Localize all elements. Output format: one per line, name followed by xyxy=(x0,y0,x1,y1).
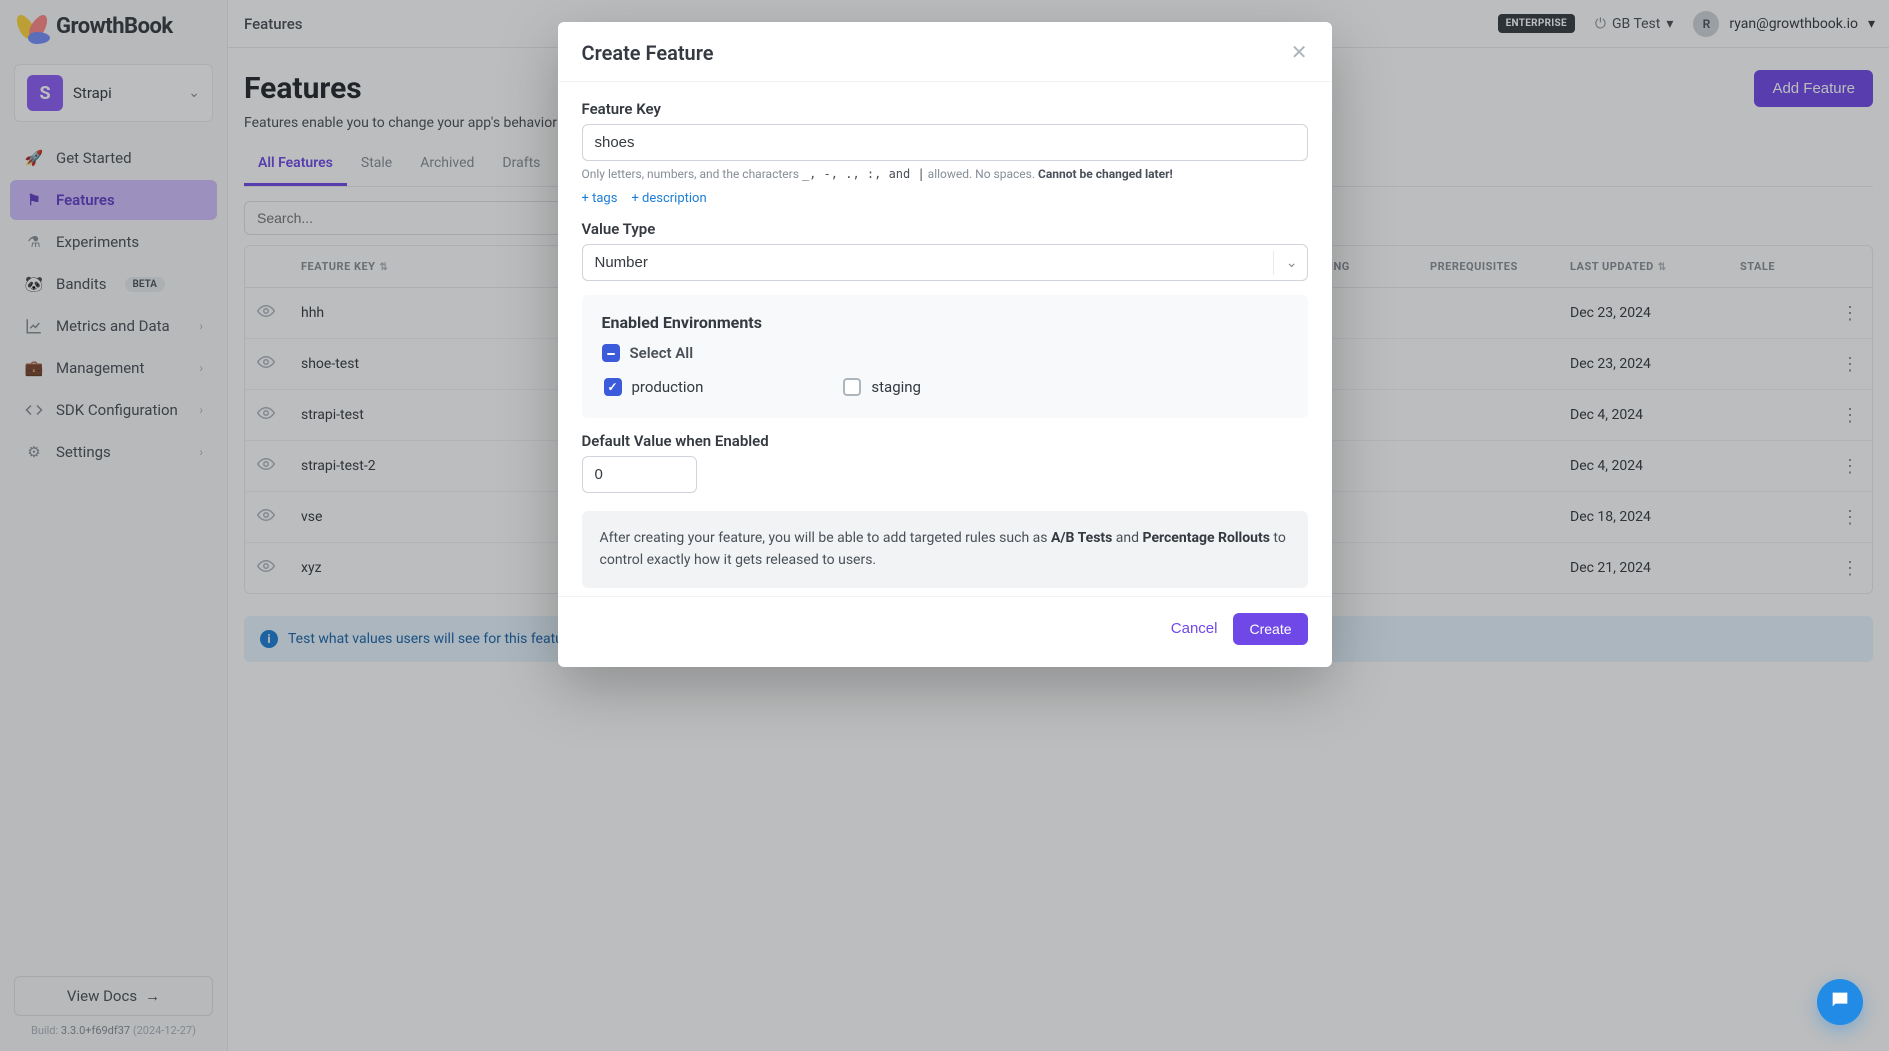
checkbox-icon xyxy=(843,378,861,396)
cancel-button[interactable]: Cancel xyxy=(1171,620,1218,637)
close-icon: ✕ xyxy=(1291,42,1308,64)
create-feature-modal: Create Feature ✕ Feature Key Only letter… xyxy=(558,22,1332,667)
modal-backdrop[interactable]: Create Feature ✕ Feature Key Only letter… xyxy=(0,0,1889,1051)
env-name: production xyxy=(632,378,704,396)
enabled-environments: Enabled Environments Select All producti… xyxy=(582,295,1308,418)
modal-close-button[interactable]: ✕ xyxy=(1291,40,1308,65)
env-title: Enabled Environments xyxy=(602,313,1288,332)
add-description-link[interactable]: + description xyxy=(631,191,706,206)
value-type-select[interactable] xyxy=(582,244,1308,281)
feature-key-input[interactable] xyxy=(582,124,1308,161)
modal-note: After creating your feature, you will be… xyxy=(582,511,1308,588)
feature-key-help: Only letters, numbers, and the character… xyxy=(582,167,1308,181)
default-value-input[interactable] xyxy=(582,456,697,493)
chat-icon xyxy=(1829,989,1851,1015)
value-type-label: Value Type xyxy=(582,220,1308,238)
help-fab[interactable] xyxy=(1817,979,1863,1025)
env-checkbox-staging[interactable]: staging xyxy=(843,378,921,396)
add-tags-link[interactable]: + tags xyxy=(582,191,618,206)
feature-key-label: Feature Key xyxy=(582,100,1308,118)
select-all-label: Select All xyxy=(630,344,694,362)
select-all-toggle[interactable] xyxy=(602,344,620,362)
checkbox-icon xyxy=(604,378,622,396)
env-name: staging xyxy=(871,378,921,396)
modal-title: Create Feature xyxy=(582,41,714,65)
env-checkbox-production[interactable]: production xyxy=(604,378,704,396)
create-button[interactable]: Create xyxy=(1233,613,1307,645)
default-value-label: Default Value when Enabled xyxy=(582,432,1308,450)
